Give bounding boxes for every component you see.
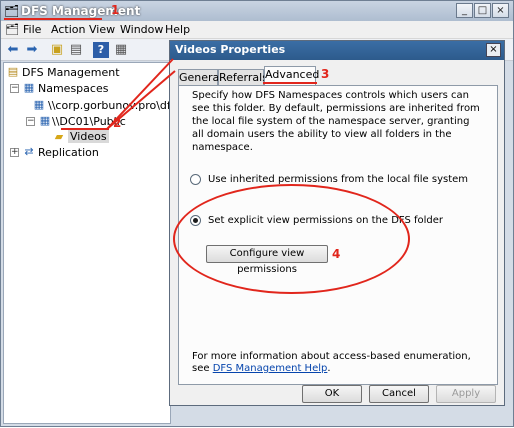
- main-window: 🗂 DFS Management _ □ × 🗂 File Action Vie…: [0, 0, 514, 427]
- underline-advanced-tab: [263, 82, 317, 84]
- annotation-4: 4: [332, 247, 341, 261]
- arrow-line-1: [106, 58, 174, 130]
- annotation-ellipse: [173, 184, 410, 294]
- annotation-3: 3: [321, 67, 330, 81]
- arrow-line-2: [106, 70, 176, 130]
